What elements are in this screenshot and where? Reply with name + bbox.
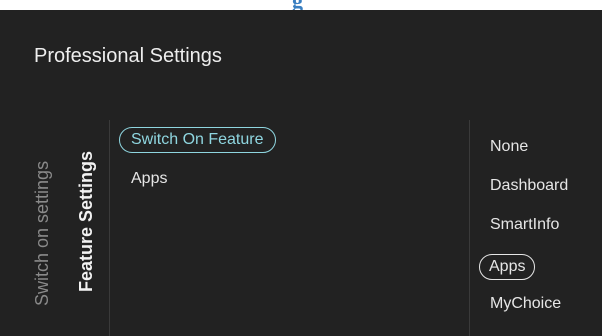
menu-item-switch-on-feature[interactable]: Switch On Feature [119,127,276,153]
cropped-heading-strip: g [0,0,602,10]
left-divider [109,120,110,336]
tab-switch-on-settings[interactable]: Switch on settings [32,124,53,306]
option-mychoice[interactable]: MyChoice [490,294,561,314]
option-none[interactable]: None [490,137,528,157]
right-divider [469,120,470,336]
cropped-heading-text: g [292,0,304,10]
settings-screen: Professional Settings Switch on settings… [0,10,602,336]
menu-item-apps[interactable]: Apps [131,169,167,189]
page-title: Professional Settings [34,45,222,67]
option-dashboard[interactable]: Dashboard [490,176,568,196]
tab-feature-settings[interactable]: Feature Settings [76,124,97,292]
option-smartinfo[interactable]: SmartInfo [490,215,559,235]
option-apps[interactable]: Apps [479,254,536,280]
